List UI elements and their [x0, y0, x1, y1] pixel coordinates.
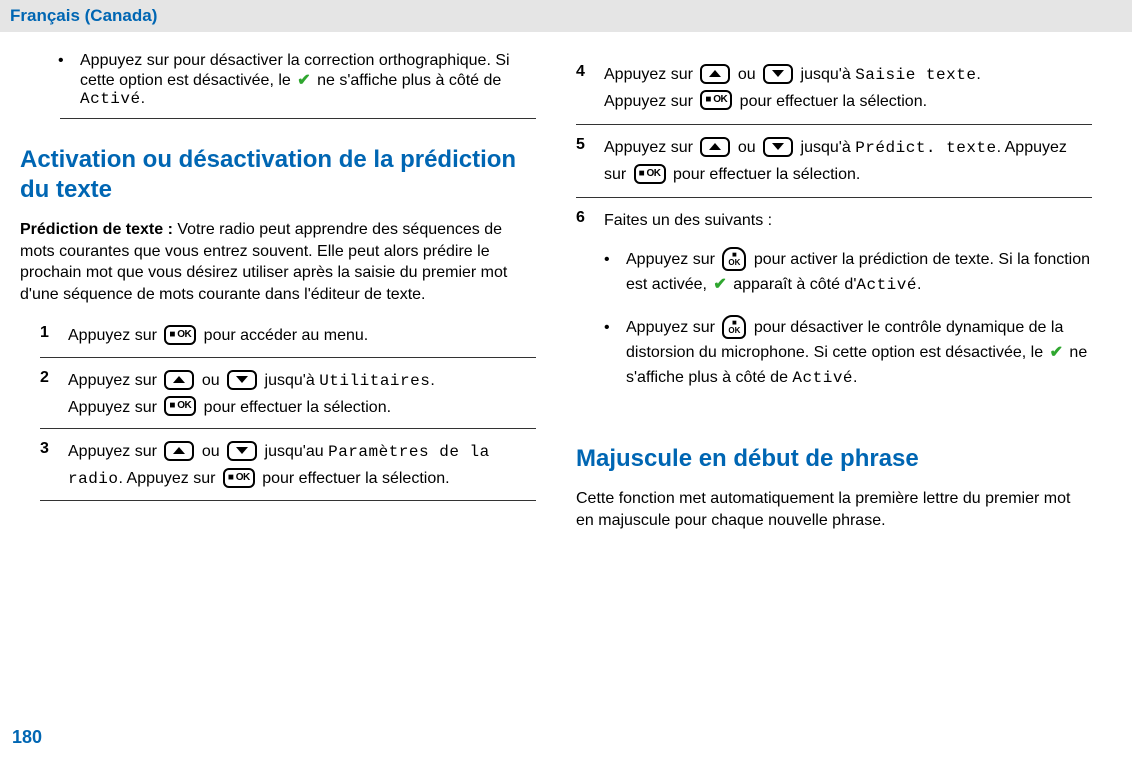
section-heading-2: Majuscule en début de phrase — [576, 444, 1092, 474]
text: jusqu'à — [801, 66, 856, 83]
check-icon — [1050, 341, 1063, 366]
text: jusqu'au — [265, 443, 329, 460]
text: Appuyez sur — [604, 139, 697, 156]
ok-button-icon — [164, 325, 196, 345]
top-bullet-block: Appuyez sur pour désactiver la correctio… — [20, 52, 536, 108]
two-column-layout: Appuyez sur pour désactiver la correctio… — [0, 32, 1132, 550]
text: Appuyez sur — [68, 399, 161, 416]
lead-paragraph: Prédiction de texte : Votre radio peut a… — [20, 219, 536, 305]
text: pour effectuer la sélection. — [204, 399, 391, 416]
step-body: Appuyez sur pour accéder au menu. — [68, 323, 536, 349]
text: Appuyez sur — [626, 251, 719, 268]
mono-text: Activé — [792, 369, 853, 387]
lead-paragraph-2: Cette fonction met automatiquement la pr… — [576, 488, 1092, 531]
text: . — [430, 372, 434, 389]
text: Appuyez sur — [68, 443, 161, 460]
step-body: Faites un des suivants : Appuyez sur pou… — [604, 208, 1092, 408]
language-header: Français (Canada) — [0, 0, 1132, 32]
text: . Appuyez sur — [119, 470, 220, 487]
mono-text: Saisie texte — [855, 66, 976, 84]
text: Appuyez sur — [604, 93, 697, 110]
text: Appuyez sur — [604, 66, 697, 83]
step-5: 5 Appuyez sur ou jusqu'à Prédict. texte.… — [576, 135, 1092, 198]
down-button-icon — [227, 370, 257, 390]
menu-ok-icon — [722, 247, 746, 271]
right-column: 4 Appuyez sur ou jusqu'à Saisie texte. A… — [576, 52, 1092, 550]
step-4: 4 Appuyez sur ou jusqu'à Saisie texte. A… — [576, 62, 1092, 125]
text: pour accéder au menu. — [204, 327, 369, 344]
mono-text: Activé — [80, 90, 141, 108]
up-button-icon — [700, 64, 730, 84]
up-button-icon — [700, 137, 730, 157]
text: ou — [202, 443, 224, 460]
text: apparaît à côté d' — [729, 276, 857, 293]
text: Faites un des suivants : — [604, 212, 772, 229]
ok-button-icon — [700, 90, 732, 110]
check-icon — [297, 70, 310, 90]
menu-ok-icon — [722, 315, 746, 339]
down-button-icon — [227, 441, 257, 461]
down-button-icon — [763, 137, 793, 157]
text: . — [853, 369, 857, 386]
text: . — [976, 66, 980, 83]
bullet-disable-mic: Appuyez sur pour désactiver le contrôle … — [626, 316, 1092, 391]
step-6: 6 Faites un des suivants : Appuyez sur p… — [576, 208, 1092, 418]
text: Appuyez sur — [68, 372, 161, 389]
step-number: 3 — [40, 439, 56, 492]
text: pour effectuer la sélection. — [740, 93, 927, 110]
step-2: 2 Appuyez sur ou jusqu'à Utilitaires. Ap… — [40, 368, 536, 429]
step-body: Appuyez sur ou jusqu'à Prédict. texte. A… — [604, 135, 1092, 187]
mono-text: Activé — [856, 276, 917, 294]
text: Appuyez sur — [626, 319, 719, 336]
step-number: 4 — [576, 62, 592, 114]
step-body: Appuyez sur ou jusqu'à Saisie texte. App… — [604, 62, 1092, 114]
text: ne s'affiche plus à côté de — [313, 72, 502, 89]
text: ou — [202, 372, 224, 389]
text: pour effectuer la sélection. — [673, 166, 860, 183]
down-button-icon — [763, 64, 793, 84]
step-number: 1 — [40, 323, 56, 349]
ok-button-icon — [634, 164, 666, 184]
text: pour effectuer la sélection. — [262, 470, 449, 487]
lead-bold: Prédiction de texte : — [20, 221, 173, 238]
step-number: 5 — [576, 135, 592, 187]
text: . — [917, 276, 921, 293]
ok-button-icon — [223, 468, 255, 488]
step-3: 3 Appuyez sur ou jusqu'au Paramètres de … — [40, 439, 536, 501]
step-number: 6 — [576, 208, 592, 408]
up-button-icon — [164, 441, 194, 461]
bullet-enable-prediction: Appuyez sur pour activer la prédiction d… — [626, 248, 1092, 298]
text: . — [141, 90, 145, 107]
step-body: Appuyez sur ou jusqu'au Paramètres de la… — [68, 439, 536, 492]
step-number: 2 — [40, 368, 56, 420]
up-button-icon — [164, 370, 194, 390]
step-1: 1 Appuyez sur pour accéder au menu. — [40, 323, 536, 358]
spellcheck-disable-bullet: Appuyez sur pour désactiver la correctio… — [80, 52, 536, 108]
text: ou — [738, 139, 760, 156]
step-body: Appuyez sur ou jusqu'à Utilitaires. Appu… — [68, 368, 536, 420]
text: ou — [738, 66, 760, 83]
text: Appuyez sur — [68, 327, 161, 344]
left-column: Appuyez sur pour désactiver la correctio… — [20, 52, 536, 550]
check-icon — [713, 273, 726, 298]
section-heading: Activation ou désactivation de la prédic… — [20, 145, 536, 205]
ok-button-icon — [164, 396, 196, 416]
text: jusqu'à — [265, 372, 320, 389]
mono-text: Utilitaires — [319, 372, 430, 390]
mono-text: Prédict. texte — [855, 139, 996, 157]
divider — [60, 118, 536, 119]
text: jusqu'à — [801, 139, 856, 156]
step-6-bullets: Appuyez sur pour activer la prédiction d… — [604, 248, 1092, 390]
page-number: 180 — [12, 727, 42, 748]
